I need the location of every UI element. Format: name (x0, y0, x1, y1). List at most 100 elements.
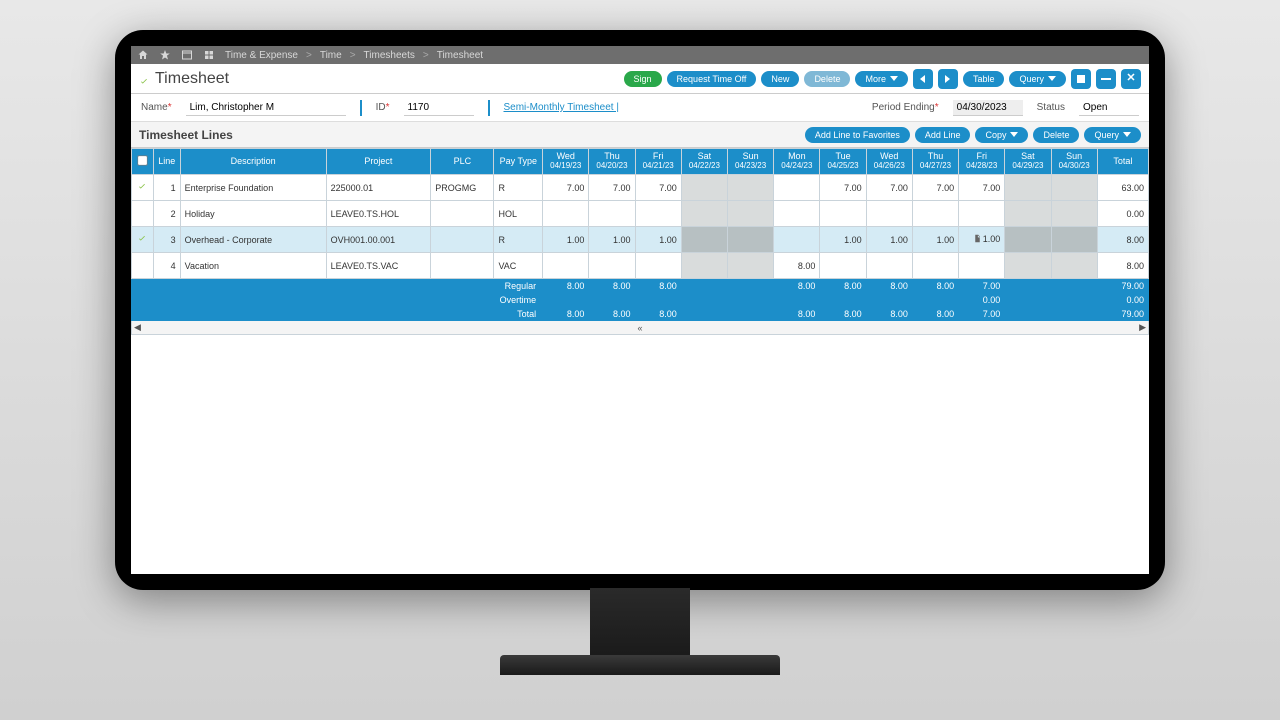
col-line[interactable]: Line (153, 149, 180, 175)
cell-hours[interactable]: 7.00 (635, 175, 681, 201)
cell-description[interactable]: Holiday (180, 201, 326, 227)
scroll-right-icon[interactable]: ▶ (1139, 322, 1146, 333)
delete-button[interactable]: Delete (804, 71, 850, 87)
add-line-favorite-button[interactable]: Add Line to Favorites (805, 127, 910, 143)
prev-record-button[interactable] (913, 69, 933, 89)
col-day[interactable]: Sat04/22/23 (681, 149, 727, 175)
col-day[interactable]: Sun04/30/23 (1051, 149, 1097, 175)
cell-hours[interactable] (589, 201, 635, 227)
copy-line-button[interactable]: Copy (975, 127, 1028, 143)
window-icon[interactable] (181, 49, 193, 61)
table-row[interactable]: 2HolidayLEAVE0.TS.HOLHOL0.00 (132, 201, 1149, 227)
cell-hours[interactable] (1051, 253, 1097, 279)
timesheet-type-link[interactable]: Semi-Monthly Timesheet | (504, 102, 619, 113)
close-button[interactable]: ✕ (1121, 69, 1141, 89)
cell-hours[interactable] (1005, 201, 1051, 227)
cell-hours[interactable] (866, 253, 912, 279)
cell-hours[interactable]: 1.00 (959, 227, 1005, 253)
cell-pay-type[interactable]: R (494, 227, 543, 253)
cell-hours[interactable] (1005, 227, 1051, 253)
cell-hours[interactable] (1051, 227, 1097, 253)
cell-pay-type[interactable]: HOL (494, 201, 543, 227)
period-ending-field[interactable] (953, 100, 1023, 116)
request-time-off-button[interactable]: Request Time Off (667, 71, 757, 87)
col-day[interactable]: Fri04/21/23 (635, 149, 681, 175)
cell-hours[interactable]: 8.00 (774, 253, 820, 279)
table-row[interactable]: 3Overhead - CorporateOVH001.00.001R1.001… (132, 227, 1149, 253)
cell-hours[interactable] (681, 175, 727, 201)
cell-plc[interactable] (431, 227, 494, 253)
cell-project[interactable]: LEAVE0.TS.VAC (326, 253, 431, 279)
cell-hours[interactable] (589, 253, 635, 279)
cell-hours[interactable] (728, 227, 774, 253)
col-day[interactable]: Thu04/20/23 (589, 149, 635, 175)
col-day[interactable]: Mon04/24/23 (774, 149, 820, 175)
cell-description[interactable]: Enterprise Foundation (180, 175, 326, 201)
crumb-1[interactable]: Time (320, 50, 342, 61)
cell-hours[interactable] (635, 201, 681, 227)
cell-hours[interactable] (681, 227, 727, 253)
cell-hours[interactable] (1051, 201, 1097, 227)
col-day[interactable]: Thu04/27/23 (912, 149, 958, 175)
col-day[interactable]: Sun04/23/23 (728, 149, 774, 175)
cell-pay-type[interactable]: R (494, 175, 543, 201)
row-check[interactable] (132, 227, 154, 253)
select-all-checkbox[interactable] (137, 155, 147, 165)
cell-hours[interactable]: 7.00 (543, 175, 589, 201)
col-pay-type[interactable]: Pay Type (494, 149, 543, 175)
horizontal-scrollbar[interactable]: ◀ « ▶ (131, 321, 1149, 335)
home-icon[interactable] (137, 49, 149, 61)
cell-hours[interactable] (635, 253, 681, 279)
crumb-3[interactable]: Timesheet (437, 50, 483, 61)
status-field[interactable] (1079, 100, 1139, 116)
new-button[interactable]: New (761, 71, 799, 87)
crumb-2[interactable]: Timesheets (364, 50, 415, 61)
cell-hours[interactable]: 7.00 (820, 175, 866, 201)
more-button[interactable]: More (855, 71, 908, 87)
cell-hours[interactable] (1005, 253, 1051, 279)
col-day[interactable]: Tue04/25/23 (820, 149, 866, 175)
cell-description[interactable]: Overhead - Corporate (180, 227, 326, 253)
cell-plc[interactable] (431, 201, 494, 227)
name-field[interactable] (186, 100, 346, 116)
col-total[interactable]: Total (1097, 149, 1148, 175)
sign-button[interactable]: Sign (624, 71, 662, 87)
cell-hours[interactable] (1005, 175, 1051, 201)
cell-hours[interactable] (728, 253, 774, 279)
col-plc[interactable]: PLC (431, 149, 494, 175)
cell-plc[interactable]: PROGMG (431, 175, 494, 201)
add-line-button[interactable]: Add Line (915, 127, 971, 143)
cell-hours[interactable] (728, 175, 774, 201)
col-project[interactable]: Project (326, 149, 431, 175)
cell-hours[interactable] (543, 253, 589, 279)
cell-hours[interactable]: 1.00 (866, 227, 912, 253)
cell-hours[interactable] (681, 253, 727, 279)
cell-hours[interactable] (1051, 175, 1097, 201)
row-check[interactable] (132, 201, 154, 227)
crumb-0[interactable]: Time & Expense (225, 50, 298, 61)
cell-hours[interactable] (774, 227, 820, 253)
cell-hours[interactable] (912, 253, 958, 279)
col-day[interactable]: Sat04/29/23 (1005, 149, 1051, 175)
cell-hours[interactable] (820, 253, 866, 279)
grid-icon[interactable] (203, 49, 215, 61)
col-description[interactable]: Description (180, 149, 326, 175)
cell-pay-type[interactable]: VAC (494, 253, 543, 279)
cell-hours[interactable]: 7.00 (912, 175, 958, 201)
id-field[interactable] (404, 100, 474, 116)
table-row[interactable]: 1Enterprise Foundation225000.01PROGMGR7.… (132, 175, 1149, 201)
scroll-left-icon[interactable]: ◀ (134, 322, 141, 333)
cell-hours[interactable] (774, 175, 820, 201)
next-record-button[interactable] (938, 69, 958, 89)
cell-hours[interactable]: 7.00 (959, 175, 1005, 201)
cell-hours[interactable]: 1.00 (820, 227, 866, 253)
cell-hours[interactable] (866, 201, 912, 227)
cell-hours[interactable]: 7.00 (589, 175, 635, 201)
col-day[interactable]: Wed04/19/23 (543, 149, 589, 175)
cell-plc[interactable] (431, 253, 494, 279)
query-button[interactable]: Query (1009, 71, 1066, 87)
cell-hours[interactable] (543, 201, 589, 227)
cell-hours[interactable]: 1.00 (589, 227, 635, 253)
col-day[interactable]: Wed04/26/23 (866, 149, 912, 175)
cell-hours[interactable] (820, 201, 866, 227)
